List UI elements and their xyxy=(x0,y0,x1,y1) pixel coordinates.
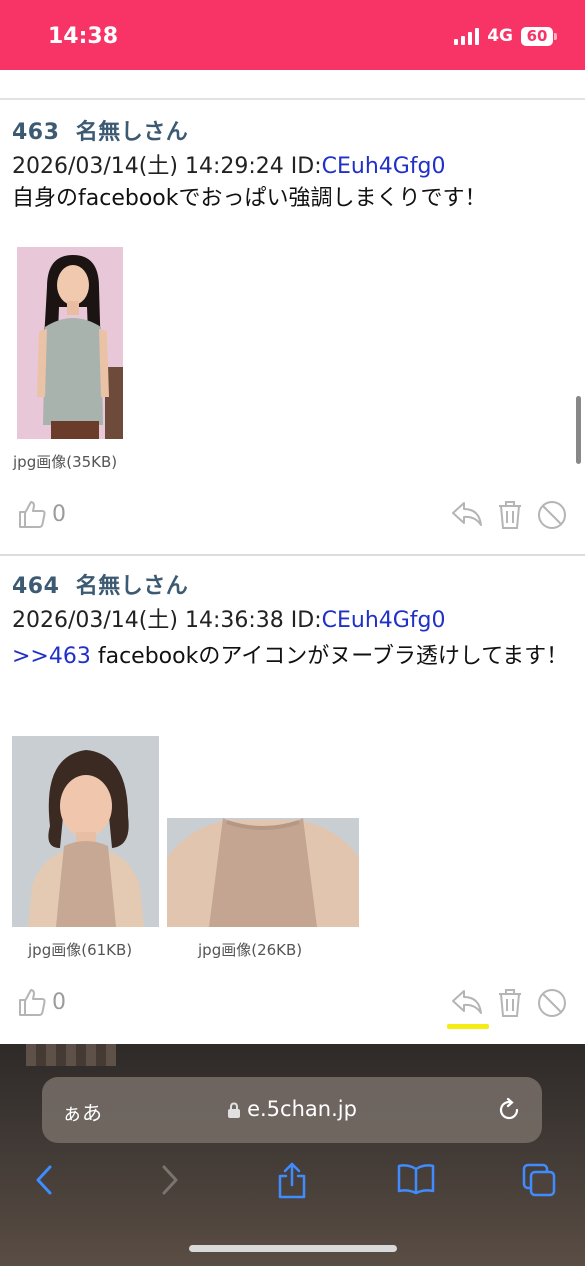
like-count: 0 xyxy=(52,501,66,527)
status-indicators: 4G 60 xyxy=(454,26,557,46)
pixelated-content xyxy=(26,1044,116,1066)
like-count: 0 xyxy=(52,989,66,1015)
post-body: 自身のfacebookでおっぱい強調しまくりです！ xyxy=(12,182,573,216)
post-datetime: 2026/03/14(土) 14:29:24 ID: xyxy=(12,154,322,179)
post-meta: 2026/03/14(土) 14:36:38 ID:CEuh4Gfg0 xyxy=(12,602,446,634)
post-actions: 0 xyxy=(0,986,585,1026)
previous-post-tail xyxy=(0,70,585,100)
like-button[interactable]: 0 xyxy=(16,986,66,1018)
reply-highlight-mark xyxy=(447,1024,489,1029)
reply-anchor-link[interactable]: >>463 xyxy=(12,644,91,669)
url-domain: e.5chan.jp xyxy=(247,1097,357,1121)
post-text: facebookのアイコンがヌーブラ透けしてます！ xyxy=(90,644,569,669)
reply-icon[interactable] xyxy=(451,500,483,528)
post-text: 自身のfacebookでおっぱい強調しまくりです！ xyxy=(12,186,487,211)
post-number[interactable]: 464 xyxy=(12,574,59,599)
post-header: 464 名無しさん xyxy=(12,568,188,600)
browser-bottom-bar: ぁあ e.5chan.jp xyxy=(0,1044,585,1266)
post-meta: 2026/03/14(土) 14:29:24 ID:CEuh4Gfg0 xyxy=(12,148,446,180)
image-caption: jpg画像(26KB) xyxy=(198,941,303,959)
trash-icon[interactable] xyxy=(497,988,523,1018)
post-actions: 0 xyxy=(0,498,585,538)
block-icon[interactable] xyxy=(537,988,567,1018)
status-time: 14:38 xyxy=(48,24,119,49)
poster-id-link[interactable]: CEuh4Gfg0 xyxy=(322,154,446,179)
home-indicator[interactable] xyxy=(189,1245,397,1252)
poster-name: 名無しさん xyxy=(75,120,189,145)
status-bar: 14:38 4G 60 xyxy=(0,0,585,70)
poster-name: 名無しさん xyxy=(75,574,189,599)
post-body: >>463 facebookのアイコンがヌーブラ透けしてます！ xyxy=(12,640,577,674)
thumbs-up-icon xyxy=(19,501,46,528)
post-header: 463 名無しさん xyxy=(12,114,188,146)
bookmarks-icon[interactable] xyxy=(396,1162,436,1196)
image-thumbnail[interactable] xyxy=(12,736,159,927)
image-caption: jpg画像(35KB) xyxy=(13,453,118,471)
thumbs-up-icon xyxy=(19,989,46,1016)
image-thumbnail[interactable] xyxy=(167,818,359,927)
url-display: e.5chan.jp xyxy=(42,1097,542,1121)
post-463: 463 名無しさん 2026/03/14(土) 14:29:24 ID:CEuh… xyxy=(0,102,585,554)
signal-icon xyxy=(454,27,480,45)
post-datetime: 2026/03/14(土) 14:36:38 ID: xyxy=(12,608,322,633)
browser-toolbar xyxy=(0,1162,585,1202)
block-icon[interactable] xyxy=(537,500,567,530)
share-icon[interactable] xyxy=(275,1162,309,1200)
reply-icon[interactable] xyxy=(451,988,483,1016)
image-caption: jpg画像(61KB) xyxy=(28,941,133,959)
trash-icon[interactable] xyxy=(497,500,523,530)
like-button[interactable]: 0 xyxy=(16,498,66,530)
post-464: 464 名無しさん 2026/03/14(土) 14:36:38 ID:CEuh… xyxy=(0,556,585,1044)
address-bar[interactable]: ぁあ e.5chan.jp xyxy=(42,1077,542,1143)
tabs-icon[interactable] xyxy=(521,1162,557,1198)
lock-icon xyxy=(228,1101,241,1118)
battery-level: 60 xyxy=(521,26,553,46)
post-number[interactable]: 463 xyxy=(12,120,59,145)
back-icon[interactable] xyxy=(32,1162,56,1198)
poster-id-link[interactable]: CEuh4Gfg0 xyxy=(322,608,446,633)
forward-icon[interactable] xyxy=(158,1162,182,1198)
reload-icon[interactable] xyxy=(496,1097,522,1123)
image-thumbnail[interactable] xyxy=(17,247,123,439)
scrollbar[interactable] xyxy=(576,396,581,464)
network-type: 4G xyxy=(487,26,513,46)
battery-icon: 60 xyxy=(521,26,557,46)
